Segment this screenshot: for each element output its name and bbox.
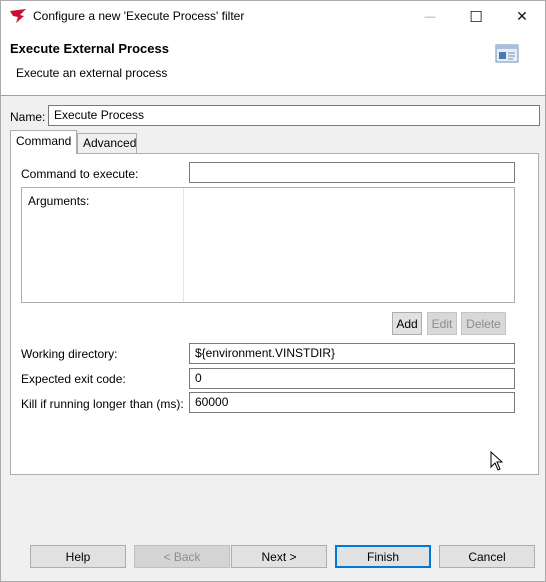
close-button[interactable]: ✕	[499, 1, 545, 32]
working-directory-label: Working directory:	[21, 347, 118, 361]
timeout-input[interactable]: 60000	[189, 392, 515, 413]
mouse-pointer-icon	[490, 451, 504, 471]
exit-code-label: Expected exit code:	[21, 372, 126, 386]
wizard-header: Execute External Process Execute an exte…	[1, 32, 545, 96]
timeout-label: Kill if running longer than (ms):	[21, 397, 184, 411]
app-logo-icon	[10, 9, 26, 23]
arguments-label: Arguments:	[28, 194, 90, 208]
finish-button[interactable]: Finish	[335, 545, 431, 568]
edit-argument-button[interactable]: Edit	[427, 312, 457, 335]
minimize-icon: —	[424, 10, 436, 23]
name-label: Name:	[10, 110, 46, 124]
maximize-icon: ☐	[469, 8, 483, 26]
back-button[interactable]: < Back	[134, 545, 230, 568]
command-tab-panel: Command to execute: Arguments: Add Edit …	[10, 153, 539, 475]
help-button[interactable]: Help	[30, 545, 126, 568]
minimize-button[interactable]: —	[407, 1, 453, 32]
command-label: Command to execute:	[21, 167, 139, 181]
window-title: Configure a new 'Execute Process' filter	[33, 9, 245, 23]
maximize-button[interactable]: ☐	[453, 1, 499, 32]
arguments-list[interactable]: Arguments:	[21, 187, 515, 303]
add-argument-button[interactable]: Add	[392, 312, 422, 335]
main-content: Name: Execute Process Command Advanced C…	[1, 97, 545, 507]
exit-code-input[interactable]: 0	[189, 368, 515, 389]
close-icon: ✕	[516, 8, 528, 24]
name-input[interactable]: Execute Process	[48, 105, 540, 126]
title-bar[interactable]: Configure a new 'Execute Process' filter…	[1, 1, 545, 32]
next-button[interactable]: Next >	[231, 545, 327, 568]
cancel-button[interactable]: Cancel	[439, 545, 535, 568]
process-icon	[495, 44, 519, 63]
header-subtitle: Execute an external process	[16, 66, 168, 80]
command-input[interactable]	[189, 162, 515, 183]
arguments-divider	[183, 188, 184, 302]
tab-advanced[interactable]: Advanced	[77, 133, 137, 153]
working-directory-input[interactable]: ${environment.VINSTDIR}	[189, 343, 515, 364]
dialog-window: Configure a new 'Execute Process' filter…	[0, 0, 546, 582]
delete-argument-button[interactable]: Delete	[461, 312, 506, 335]
header-title: Execute External Process	[10, 41, 169, 56]
tab-command[interactable]: Command	[10, 130, 77, 154]
